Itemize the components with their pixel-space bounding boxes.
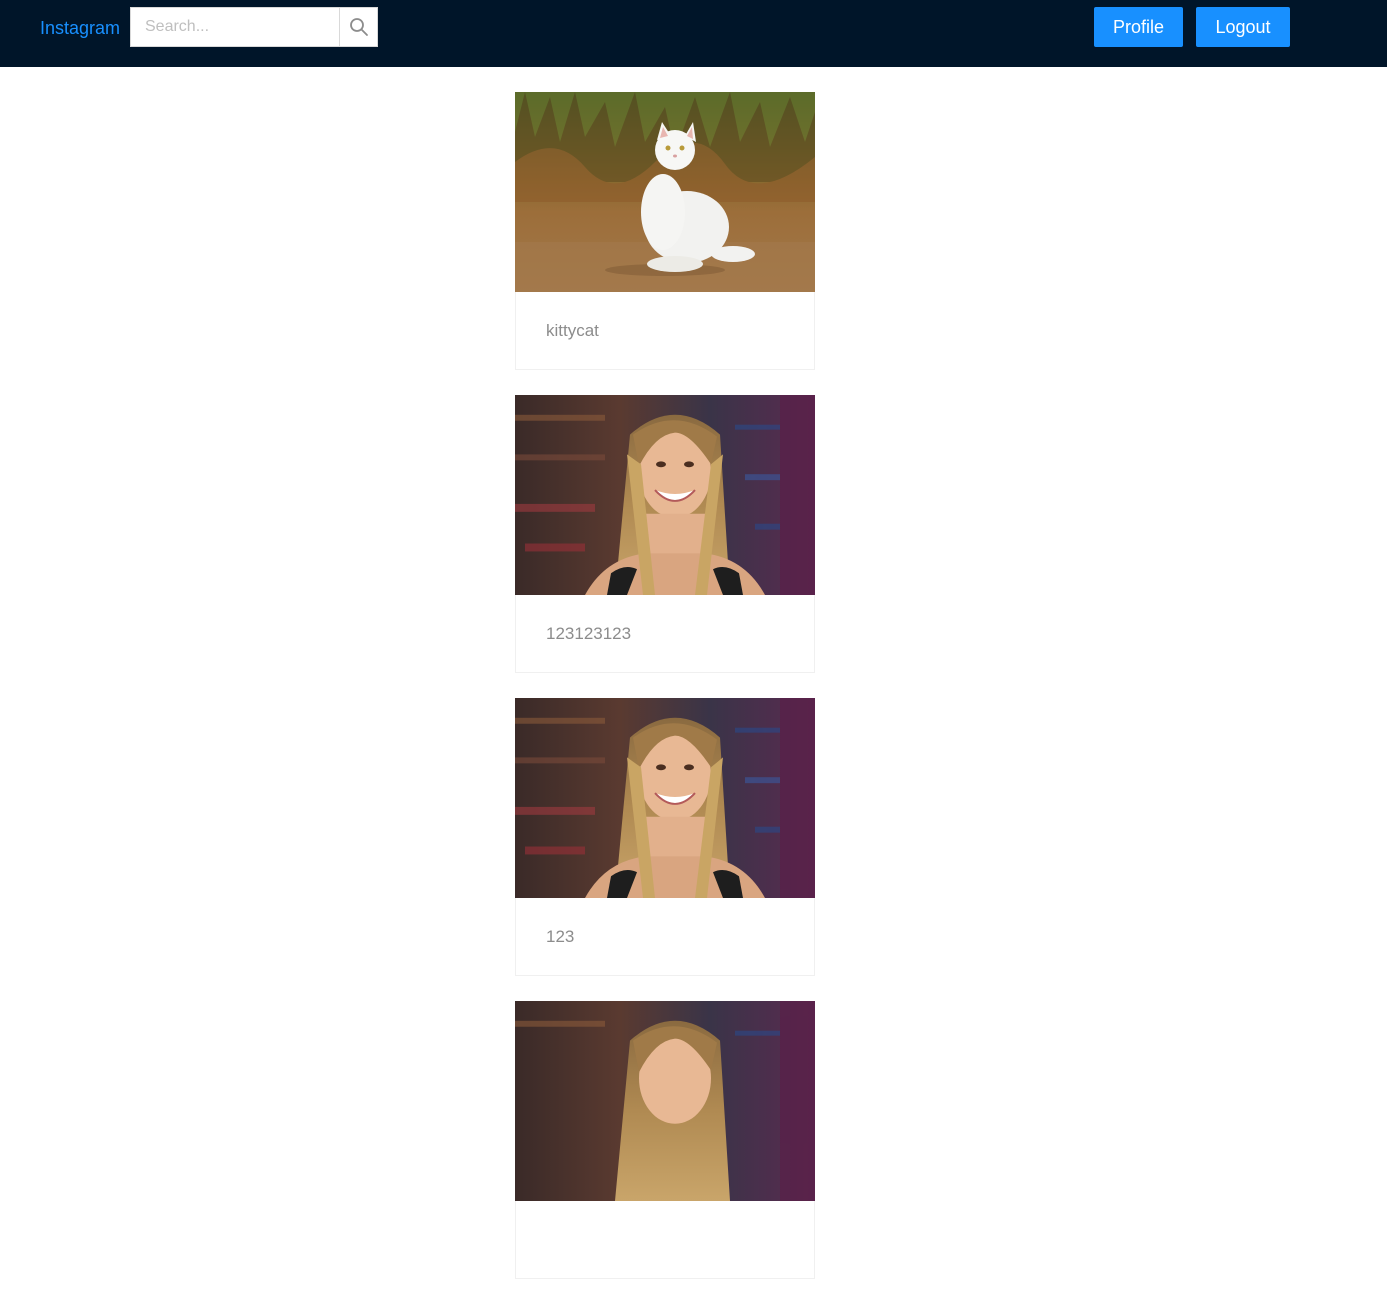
post-card-body: kittycat	[516, 292, 814, 369]
post-card[interactable]	[515, 1001, 815, 1279]
logout-button[interactable]: Logout	[1196, 7, 1290, 47]
search-bar	[130, 7, 378, 47]
smiling-woman-photo	[515, 698, 815, 898]
search-button[interactable]	[339, 7, 378, 47]
profile-button[interactable]: Profile	[1094, 7, 1183, 47]
smiling-woman-photo	[515, 1001, 815, 1201]
search-input[interactable]	[130, 7, 339, 47]
post-feed: kittycat 123123123 123	[515, 92, 815, 1304]
post-card[interactable]: 123123123	[515, 395, 815, 673]
white-cat-photo	[515, 92, 815, 292]
search-icon	[349, 18, 368, 36]
brand-link[interactable]: Instagram	[40, 16, 120, 40]
post-card-body: 123	[516, 898, 814, 975]
post-caption: kittycat	[546, 320, 599, 340]
post-card-body	[516, 1201, 814, 1278]
top-navbar: Instagram Profile Logout	[0, 0, 1387, 67]
smiling-woman-photo	[515, 395, 815, 595]
post-caption: 123123123	[546, 623, 632, 643]
post-card-body: 123123123	[516, 595, 814, 672]
post-card[interactable]: 123	[515, 698, 815, 976]
post-caption: 123	[546, 926, 575, 946]
post-card[interactable]: kittycat	[515, 92, 815, 370]
